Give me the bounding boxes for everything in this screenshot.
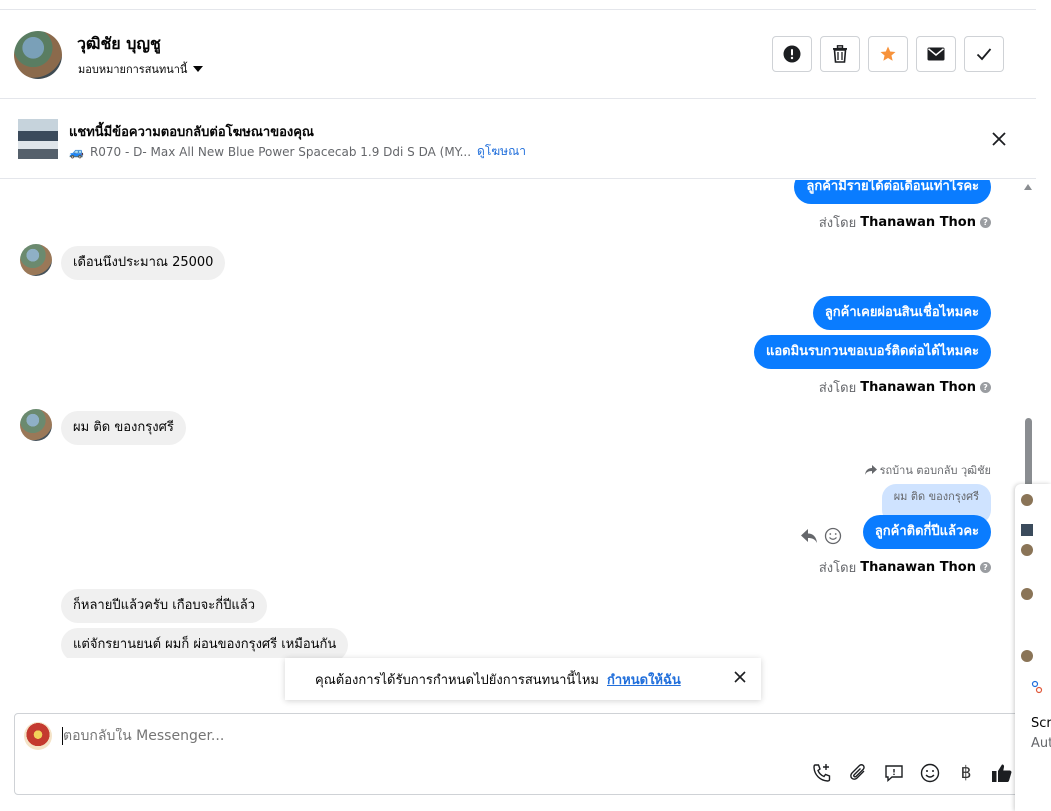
outgoing-message[interactable]: ลูกค้าติดกี่ปีแล้วคะ — [862, 515, 991, 549]
header-actions — [772, 36, 1004, 72]
assign-label: มอบหมายการสนทนานี้ — [78, 63, 188, 76]
close-icon — [734, 671, 746, 683]
list-item[interactable] — [1021, 588, 1051, 600]
reply-icon[interactable] — [800, 528, 818, 544]
view-ad-link[interactable]: ดูโฆษณา — [477, 142, 526, 161]
assign-toast: คุณต้องการได้รับการกำหนดไปยังการสนทนานี้… — [285, 658, 761, 700]
list-item[interactable] — [1021, 524, 1051, 536]
reply-label-text: รถบ้าน ตอบกลับ วุฒิชัย — [879, 464, 991, 477]
reply-arrow-icon — [864, 465, 877, 475]
envelope-icon — [927, 47, 945, 61]
baht-payment-button[interactable]: ฿ — [955, 762, 977, 784]
call-plus-button[interactable] — [811, 762, 833, 784]
react-smiley-icon[interactable] — [824, 527, 842, 545]
close-icon — [992, 132, 1006, 146]
ad-text: R070 - D- Max All New Blue Power Spaceca… — [89, 144, 472, 159]
ad-thumbnail — [1021, 524, 1033, 536]
contact-name[interactable]: วุฒิชัย บุญชู — [77, 32, 161, 57]
ad-reply-banner: แชทนี้มีข้อความตอบกลับต่อโฆษณาของคุณ 🚙 R… — [0, 99, 1036, 179]
baht-icon: ฿ — [960, 763, 972, 783]
star-icon — [880, 46, 896, 61]
emoji-icon — [920, 763, 940, 783]
composer-toolbar: ฿ — [811, 762, 1013, 784]
sent-by-name: Thanawan Thon — [860, 380, 976, 395]
sent-by-name: Thanawan Thon — [860, 215, 976, 230]
ad-thumbnail — [18, 119, 58, 159]
settings-tool-icon — [1031, 680, 1043, 694]
sent-by-name: Thanawan Thon — [860, 560, 976, 575]
trash-icon — [833, 45, 847, 63]
incoming-message[interactable]: ก็หลายปีแล้วครับ เกือบจะกี่ปีแล้ว — [61, 589, 268, 623]
contact-avatar[interactable] — [14, 31, 62, 79]
check-icon — [976, 48, 992, 61]
info-icon[interactable]: ? — [980, 217, 991, 228]
toast-close-button[interactable] — [733, 670, 747, 688]
contact-avatar-small[interactable] — [20, 409, 52, 441]
toast-text: คุณต้องการได้รับการกำหนดไปยังการสนทนานี้… — [315, 672, 599, 688]
saved-reply-button[interactable] — [883, 762, 905, 784]
incoming-message[interactable]: ผม ติด ของกรุงศรี — [61, 411, 186, 445]
avatar — [1021, 588, 1033, 600]
outgoing-message[interactable]: ลูกค้ามีรายได้ต่อเดือนเท่าไรคะ — [794, 180, 991, 204]
info-icon[interactable]: ? — [980, 562, 991, 573]
page-avatar — [24, 722, 52, 750]
star-button[interactable] — [868, 36, 908, 72]
sent-by-prefix: ส่งโดย — [818, 381, 857, 396]
sent-by-label: ส่งโดย Thanawan Thon ? — [819, 557, 991, 578]
incoming-message[interactable]: เดือนนึงประมาณ 25000 — [61, 246, 226, 280]
done-button[interactable] — [964, 36, 1004, 72]
side-panel-preview[interactable]: Scre Aut — [1015, 484, 1051, 811]
list-item[interactable] — [1021, 544, 1051, 556]
outgoing-message[interactable]: ลูกค้าเคยผ่อนสินเชื่อไหมคะ — [812, 296, 991, 330]
delete-button[interactable] — [820, 36, 860, 72]
side-panel-sublabel: Aut — [1031, 736, 1051, 751]
avatar — [1021, 650, 1033, 662]
thumbs-up-icon — [992, 764, 1012, 782]
assign-to-me-link[interactable]: กำหนดให้ฉัน — [607, 669, 681, 690]
caret-down-icon — [193, 66, 204, 72]
sent-by-prefix: ส่งโดย — [818, 561, 857, 576]
avatar — [1021, 544, 1033, 556]
ad-line: 🚙 R070 - D- Max All New Blue Power Space… — [69, 142, 526, 161]
avatar — [1021, 494, 1033, 506]
info-icon[interactable]: ? — [980, 382, 991, 393]
text-cursor — [62, 727, 63, 745]
like-button[interactable] — [991, 762, 1013, 784]
reply-context-label: รถบ้าน ตอบกลับ วุฒิชัย — [864, 461, 991, 479]
ad-banner-title: แชทนี้มีข้อความตอบกลับต่อโฆษณาของคุณ — [69, 125, 314, 140]
tool-icon[interactable] — [1031, 680, 1043, 697]
conversation-header: วุฒิชัย บุญชู มอบหมายการสนทนานี้ — [0, 9, 1036, 99]
car-icon: 🚙 — [69, 144, 84, 159]
saved-reply-icon — [885, 765, 903, 783]
outgoing-message[interactable]: แอดมินรบกวนขอเบอร์ติดต่อได้ไหมคะ — [753, 335, 991, 369]
exclamation-circle-icon — [783, 45, 801, 63]
assign-conversation-dropdown[interactable]: มอบหมายการสนทนานี้ — [78, 60, 204, 78]
side-panel-label: Scre — [1031, 716, 1051, 731]
mark-unread-button[interactable] — [916, 36, 956, 72]
close-banner-button[interactable] — [990, 130, 1008, 148]
message-composer: ฿ — [14, 713, 1024, 795]
sent-by-prefix: ส่งโดย — [818, 216, 857, 231]
attach-button[interactable] — [847, 762, 869, 784]
paperclip-icon — [850, 764, 865, 780]
list-item[interactable] — [1021, 650, 1051, 662]
list-item[interactable] — [1021, 494, 1051, 506]
scroll-up-arrow[interactable] — [1024, 184, 1032, 190]
scrollbar-thumb[interactable] — [1025, 418, 1032, 488]
incoming-message[interactable]: แต่จักรยานยนต์ ผมก็ ผ่อนของกรุงศรี เหมือ… — [61, 628, 349, 658]
message-thread[interactable]: ลูกค้ามีรายได้ต่อเดือนเท่าไรคะ ส่งโดย Th… — [0, 180, 1020, 658]
sent-by-label: ส่งโดย Thanawan Thon ? — [819, 377, 991, 398]
reply-input[interactable] — [63, 728, 763, 744]
emoji-button[interactable] — [919, 762, 941, 784]
report-button[interactable] — [772, 36, 812, 72]
sent-by-label: ส่งโดย Thanawan Thon ? — [819, 212, 991, 233]
call-plus-icon — [813, 764, 831, 782]
contact-avatar-small[interactable] — [20, 244, 52, 276]
message-hover-actions — [800, 527, 842, 545]
